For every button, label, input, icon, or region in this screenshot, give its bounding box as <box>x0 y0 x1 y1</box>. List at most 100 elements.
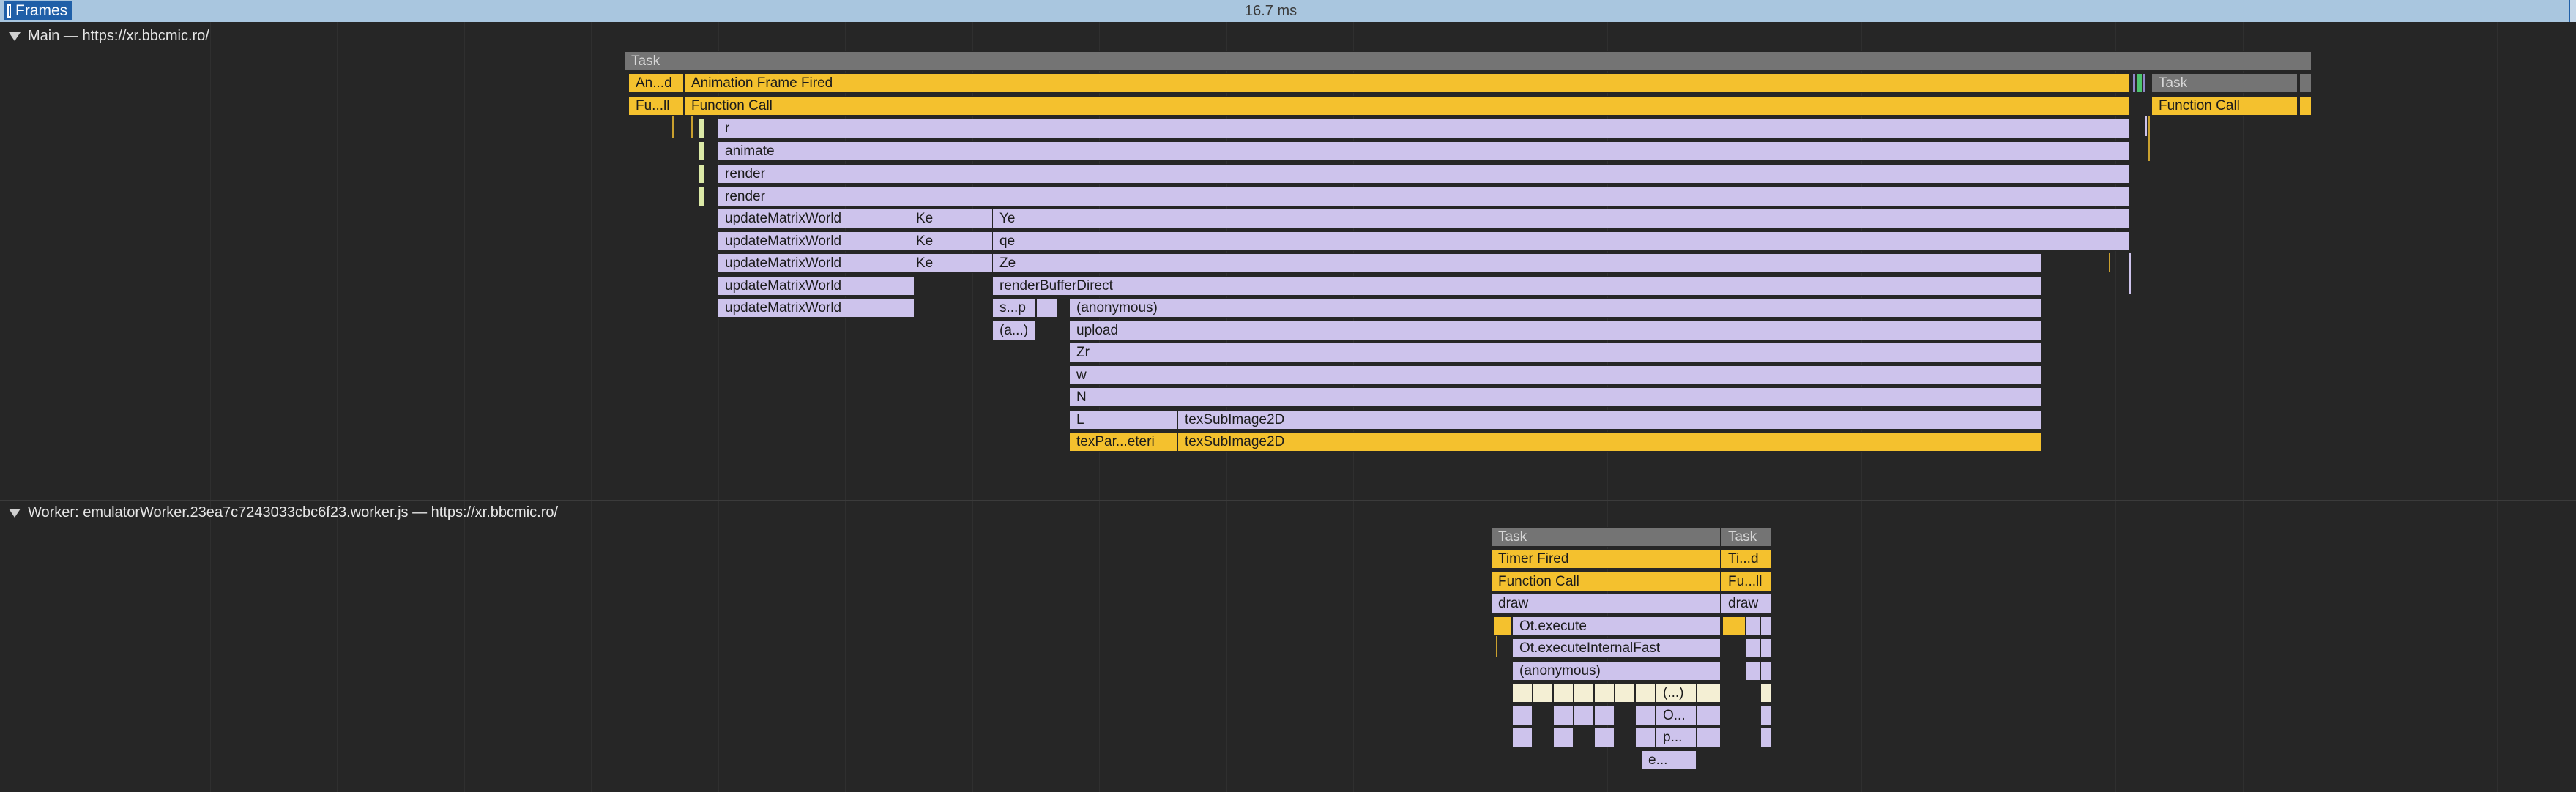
tick-mark <box>2145 116 2147 136</box>
small-call-block[interactable] <box>1746 661 1760 681</box>
small-call-block[interactable] <box>1594 706 1615 725</box>
small-call-block[interactable] <box>1553 728 1574 747</box>
l-block[interactable]: L <box>1069 410 1177 430</box>
gc-block[interactable] <box>699 164 704 184</box>
upload-block[interactable]: upload <box>1069 321 2041 340</box>
small-call-block[interactable] <box>1746 616 1760 636</box>
task-block-small[interactable] <box>2299 73 2312 93</box>
animation-frame-fired-block[interactable]: Animation Frame Fired <box>684 73 2130 93</box>
function-call-short-block[interactable]: Fu...ll <box>628 96 684 116</box>
marker-block[interactable] <box>2132 73 2136 93</box>
e-short-block[interactable]: e... <box>1641 750 1697 770</box>
update-matrix-world-block[interactable]: updateMatrixWorld <box>718 298 915 318</box>
p-short-block[interactable]: p... <box>1656 728 1697 747</box>
collapse-triangle-icon[interactable] <box>9 508 21 518</box>
small-call-block[interactable] <box>1574 706 1594 725</box>
anonymous-block[interactable]: (anonymous) <box>1069 298 2041 318</box>
collapse-triangle-icon[interactable] <box>9 31 21 41</box>
gridline <box>337 22 338 792</box>
qe-block[interactable]: qe <box>992 231 2130 251</box>
small-call-block[interactable] <box>1760 638 1772 658</box>
tex-parameteri-block[interactable]: texPar...eteri <box>1069 432 1177 452</box>
small-call-block[interactable] <box>1512 706 1533 725</box>
small-call-block[interactable] <box>1697 728 1721 747</box>
frames-track[interactable]: Frames 16.7 ms <box>0 0 2576 22</box>
small-call-block[interactable] <box>1574 683 1594 703</box>
small-call-block[interactable] <box>1635 728 1656 747</box>
update-matrix-world-block[interactable]: updateMatrixWorld <box>718 231 915 251</box>
main-track-header[interactable]: Main — https://xr.bbcmic.ro/ <box>9 28 209 45</box>
worker-task-block[interactable]: Task <box>1491 527 1721 547</box>
worker-anonymous-block[interactable]: (anonymous) <box>1512 661 1721 681</box>
small-call-block[interactable] <box>1697 683 1721 703</box>
w-block[interactable]: w <box>1069 365 2041 385</box>
small-call-block[interactable] <box>1036 298 1058 318</box>
a-short-block[interactable]: (a...) <box>992 321 1036 340</box>
small-call-block[interactable] <box>1594 728 1615 747</box>
worker-function-call-short-block[interactable]: Fu...ll <box>1721 572 1772 591</box>
function-call-block-right[interactable]: Function Call <box>2151 96 2298 116</box>
render-buffer-direct-block[interactable]: renderBufferDirect <box>992 276 2041 296</box>
render-block-2[interactable]: render <box>718 187 2130 206</box>
marker-block[interactable] <box>2137 73 2143 93</box>
draw-block-2[interactable]: draw <box>1721 594 1772 613</box>
small-call-block[interactable] <box>1533 683 1553 703</box>
gc-block[interactable] <box>699 119 704 138</box>
draw-block[interactable]: draw <box>1491 594 1721 613</box>
update-matrix-world-block[interactable]: updateMatrixWorld <box>718 209 915 228</box>
marker-block[interactable] <box>2143 73 2146 93</box>
ot-execute-block[interactable]: Ot.execute <box>1512 616 1721 636</box>
ye-block[interactable]: Ye <box>992 209 2130 228</box>
ke-block[interactable]: Ke <box>909 253 994 273</box>
small-call-block[interactable] <box>1635 683 1656 703</box>
gc-block[interactable] <box>699 141 704 161</box>
small-call-block[interactable] <box>1512 683 1533 703</box>
small-call-block[interactable] <box>1553 683 1574 703</box>
update-matrix-world-block[interactable]: updateMatrixWorld <box>718 276 915 296</box>
n-block[interactable]: N <box>1069 387 2041 407</box>
small-call-block[interactable] <box>1760 706 1772 725</box>
ellipsis-block[interactable]: (...) <box>1656 683 1697 703</box>
small-call-block[interactable] <box>1760 616 1772 636</box>
animation-frame-short-block[interactable]: An...d <box>628 73 684 93</box>
small-call-block[interactable] <box>1594 683 1615 703</box>
worker-track-header[interactable]: Worker: emulatorWorker.23ea7c7243033cbc6… <box>9 504 558 521</box>
small-call-block[interactable] <box>1760 661 1772 681</box>
small-call-block[interactable] <box>1760 683 1772 703</box>
tick-mark <box>691 116 693 138</box>
tick-mark <box>2109 253 2110 272</box>
task-block[interactable]: Task <box>624 51 2312 71</box>
function-call-block[interactable]: Function Call <box>684 96 2130 116</box>
o-short-block[interactable]: O... <box>1656 706 1697 725</box>
ot-execute-internal-fast-block[interactable]: Ot.executeInternalFast <box>1512 638 1721 658</box>
small-call-block[interactable] <box>1615 683 1635 703</box>
small-call-block[interactable] <box>1512 728 1533 747</box>
sp-block[interactable]: s...p <box>992 298 1036 318</box>
animate-block[interactable]: animate <box>718 141 2130 161</box>
ke-block[interactable]: Ke <box>909 231 994 251</box>
ze-block[interactable]: Ze <box>992 253 2041 273</box>
worker-task-block-2[interactable]: Task <box>1721 527 1772 547</box>
small-call-block[interactable] <box>1635 706 1656 725</box>
small-call-block[interactable] <box>1760 728 1772 747</box>
small-call-block[interactable] <box>1697 706 1721 725</box>
small-call-block[interactable] <box>1553 706 1574 725</box>
update-matrix-world-block[interactable]: updateMatrixWorld <box>718 253 915 273</box>
tex-sub-image-2d-block[interactable]: texSubImage2D <box>1177 410 2041 430</box>
task-block-2[interactable]: Task <box>2151 73 2298 93</box>
timer-fired-short-block[interactable]: Ti...d <box>1721 549 1772 569</box>
render-block[interactable]: render <box>718 164 2130 184</box>
gc-block[interactable] <box>699 187 704 206</box>
r-block[interactable]: r <box>718 119 2130 138</box>
small-call-block[interactable] <box>1746 638 1760 658</box>
frames-track-label[interactable]: Frames <box>4 1 72 20</box>
ke-block[interactable]: Ke <box>909 209 994 228</box>
frame-end-marker[interactable] <box>2569 0 2576 22</box>
worker-function-call-block[interactable]: Function Call <box>1491 572 1721 591</box>
zr-block[interactable]: Zr <box>1069 343 2041 362</box>
small-event-block[interactable] <box>1494 616 1512 636</box>
small-event-block[interactable] <box>1722 616 1746 636</box>
tex-sub-image-2d-gl-block[interactable]: texSubImage2D <box>1177 432 2041 452</box>
function-call-block-small[interactable] <box>2299 96 2312 116</box>
timer-fired-block[interactable]: Timer Fired <box>1491 549 1721 569</box>
